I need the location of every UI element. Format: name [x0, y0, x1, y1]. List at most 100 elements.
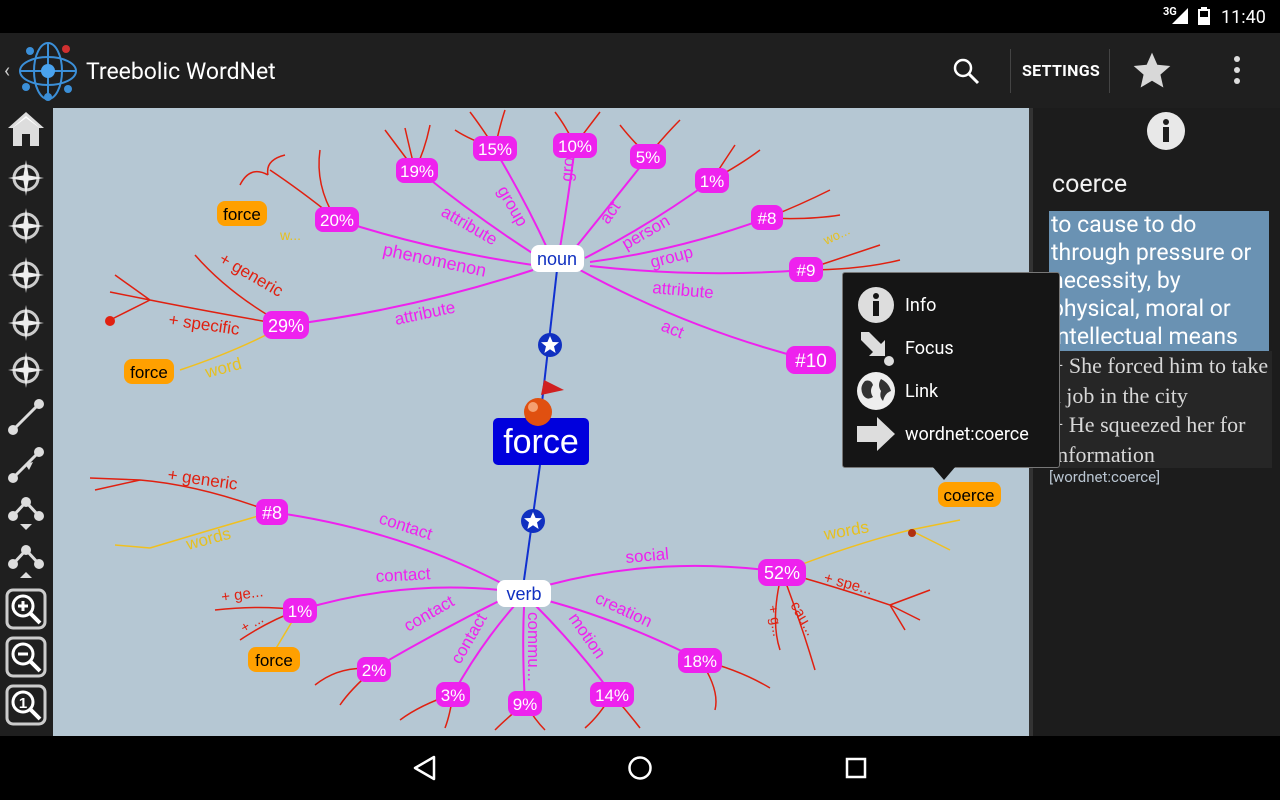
compass-icon[interactable]	[5, 349, 47, 391]
divider	[1109, 49, 1110, 93]
zoom-out-icon[interactable]	[5, 636, 47, 678]
star-icon[interactable]	[1130, 49, 1174, 93]
edge-label: attribute	[652, 278, 715, 302]
example-text: She forced him to take a job in the city	[1051, 353, 1269, 408]
status-bar: 3G 11:40	[0, 0, 1280, 33]
home-icon[interactable]	[5, 108, 47, 150]
edge-icon[interactable]	[5, 396, 47, 438]
arrow-right-icon	[857, 417, 895, 451]
tree-node-label: 15%	[478, 140, 512, 159]
edge-label: act	[596, 198, 625, 228]
tree-node-label: 1%	[700, 172, 725, 191]
minor-label: words	[183, 524, 233, 554]
wordnet-link[interactable]: [wordnet:coerce]	[1049, 468, 1160, 486]
focus-icon	[861, 332, 894, 366]
home-nav-icon[interactable]	[626, 754, 654, 782]
flag-icon	[541, 380, 564, 395]
menu-item-wordnet[interactable]: wordnet:coerce	[855, 414, 1055, 454]
tree-node-label: 1%	[288, 602, 313, 621]
tree-icon[interactable]	[5, 540, 47, 582]
selected-word: coerce	[1052, 170, 1128, 199]
minor-label: w...	[279, 227, 301, 243]
minor-label: wo...	[820, 223, 852, 249]
overflow-menu-icon[interactable]	[1229, 55, 1245, 85]
edge-label: contact	[377, 509, 435, 544]
menu-item-link[interactable]: Link	[855, 371, 1055, 411]
compass-icon[interactable]	[5, 205, 47, 247]
divider	[1010, 49, 1011, 93]
example-sentence: + He squeezed her for information	[1049, 410, 1272, 468]
word-node-label: force	[223, 205, 261, 224]
tree-node-label: 3%	[441, 686, 466, 705]
root-node[interactable]: force	[493, 380, 589, 465]
tree-node-label: 9%	[513, 695, 538, 714]
info-panel: coerce to cause to do through pressure o…	[1033, 108, 1280, 736]
tree-node-label: #8	[758, 209, 777, 228]
info-icon[interactable]	[1146, 111, 1186, 151]
clock: 11:40	[1221, 7, 1266, 28]
compass-icon[interactable]	[5, 302, 47, 344]
menu-item-info[interactable]: Info	[855, 285, 1055, 325]
definition-text: to cause to do through pressure or neces…	[1049, 211, 1269, 351]
minor-label: + ...	[238, 610, 267, 636]
signal-icon	[1172, 8, 1188, 24]
edge-label: commu...	[524, 612, 543, 682]
word-node-label: coerce	[943, 486, 994, 505]
app-title: Treebolic WordNet	[86, 58, 276, 85]
edge-label: contact	[401, 591, 458, 635]
tree-node-label: 2%	[362, 661, 387, 680]
app-logo-icon[interactable]	[16, 39, 80, 103]
edge-label: phenomenon	[381, 239, 488, 280]
menu-item-focus[interactable]: Focus	[855, 328, 1055, 368]
zoom-reset-icon[interactable]: 1	[5, 684, 47, 726]
back-icon[interactable]	[410, 754, 440, 782]
edge-label: attribute	[393, 298, 457, 329]
graph-toolbar: 1	[0, 108, 53, 736]
minor-label: + spe...	[822, 569, 874, 598]
globe-icon	[857, 372, 895, 410]
menu-item-label: Info	[905, 295, 937, 316]
compass-icon[interactable]	[5, 157, 47, 199]
tree-node-label: 19%	[400, 162, 434, 181]
menu-item-label: wordnet:coerce	[905, 424, 1029, 445]
word-node-label: force	[255, 651, 293, 670]
edge-label: group	[648, 242, 695, 272]
zoom-reset-label: 1	[19, 695, 27, 712]
compass-icon[interactable]	[5, 254, 47, 296]
zoom-in-icon[interactable]	[5, 588, 47, 630]
tree-node-label: #10	[795, 351, 827, 372]
battery-icon	[1198, 7, 1210, 25]
tree-icon[interactable]	[5, 492, 47, 534]
verb-node-label: verb	[506, 584, 541, 604]
popup-pointer	[932, 466, 956, 480]
menu-item-label: Focus	[905, 338, 954, 359]
edge-label: contact	[447, 610, 491, 667]
edge-icon[interactable]	[5, 444, 47, 486]
tree-node-label: 52%	[764, 563, 800, 583]
settings-button[interactable]: SETTINGS	[1022, 61, 1100, 80]
minor-label: + g...	[765, 604, 786, 638]
minor-label: word	[202, 354, 243, 382]
tree-node-label: #8	[262, 503, 282, 523]
tree-node-label: #9	[797, 261, 816, 280]
up-chevron-icon[interactable]: ‹	[4, 58, 10, 82]
minor-label: + generic	[216, 249, 287, 301]
minor-label: words	[821, 517, 870, 544]
word-node-label: force	[130, 363, 168, 382]
tree-node-label: 18%	[683, 652, 717, 671]
minor-label: + ge...	[220, 583, 264, 606]
example-text: He squeezed her for information	[1051, 412, 1246, 467]
search-icon[interactable]	[952, 57, 980, 85]
tree-node-label: 20%	[320, 211, 354, 230]
edge-label: social	[625, 544, 670, 567]
tree-node-label: 29%	[268, 316, 304, 336]
action-bar: ‹ Treebolic WordNet SETTINGS	[0, 33, 1280, 108]
info-icon	[858, 287, 894, 323]
menu-item-label: Link	[905, 381, 939, 402]
recents-icon[interactable]	[842, 754, 870, 782]
minor-label: + generic	[166, 465, 239, 494]
minor-label: cau...	[787, 599, 820, 639]
root-node-label: force	[503, 423, 579, 461]
tree-node-label: 14%	[595, 686, 629, 705]
example-sentence: + She forced him to take a job in the ci…	[1049, 351, 1272, 411]
